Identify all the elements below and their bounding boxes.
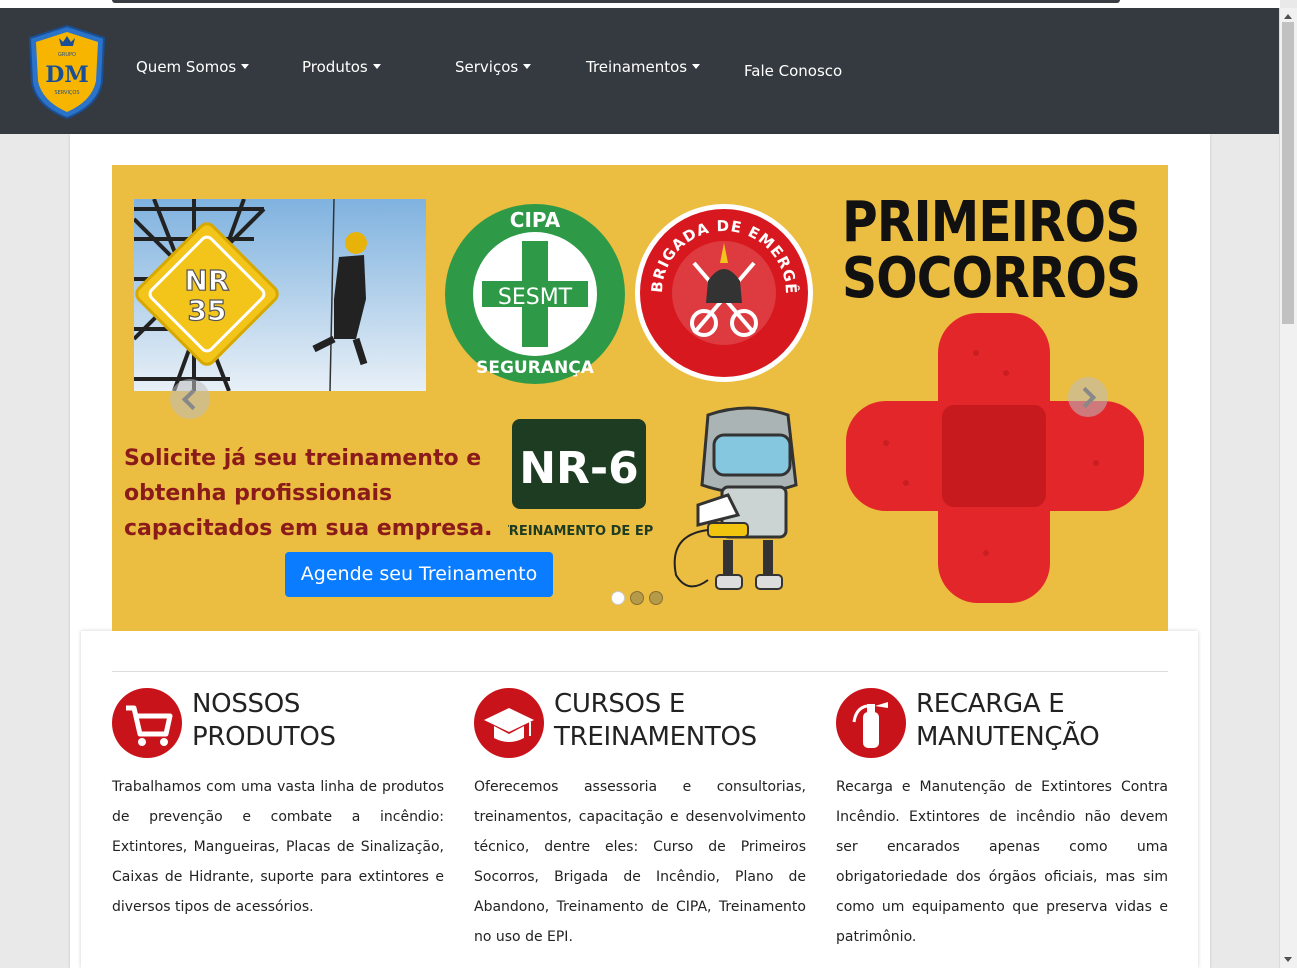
feature-text: Trabalhamos com uma vasta linha de produ…: [112, 779, 444, 915]
scroll-up-arrow-icon[interactable]: [1284, 14, 1292, 19]
nr6-subtitle: TREINAMENTO DE EPI: [508, 524, 654, 539]
feature-title: CURSOS E TREINAMENTOS: [554, 689, 757, 752]
caret-down-icon: [372, 64, 381, 69]
carousel-dot[interactable]: [649, 591, 663, 605]
nr6-badge: NR-6 TREINAMENTO DE EPI: [508, 419, 654, 539]
brigada-emblem: BRIGADA DE EMERGÊNCIA: [634, 203, 813, 382]
fire-extinguisher-icon: [836, 688, 906, 758]
carousel-prev-arrow-icon[interactable]: [170, 379, 210, 419]
nav-label: Produtos: [302, 58, 368, 76]
page-scrollbar[interactable]: [1279, 8, 1297, 968]
logo-top-text: GRUPO: [58, 52, 76, 58]
primeiros-socorros-title: PRIMEIROS SOCORROS: [842, 190, 1141, 311]
caret-down-icon: [692, 64, 701, 69]
nr6-title: NR-6: [519, 443, 639, 494]
feature-text: Recarga e Manutenção de Extintores Contr…: [836, 779, 1168, 945]
nr35-photo: NR 35: [134, 199, 426, 391]
carousel-dot[interactable]: [630, 591, 644, 605]
robot-illustration: [673, 406, 798, 590]
nav-label: Treinamentos: [586, 58, 688, 76]
top-edge-bar: [112, 0, 1120, 3]
carousel-next-arrow-icon[interactable]: [1068, 377, 1108, 417]
section-divider: [112, 671, 1168, 672]
nav-label: Fale Conosco: [744, 62, 843, 80]
nav-treinamentos[interactable]: Treinamentos: [586, 58, 701, 76]
caret-down-icon: [523, 64, 532, 69]
logo-bottom-text: SERVIÇOS: [54, 90, 79, 96]
cta-text: Solicite já seu treinamento e obtenha pr…: [124, 446, 493, 541]
carousel-dot[interactable]: [611, 591, 625, 605]
nav-servicos[interactable]: Serviços: [455, 58, 532, 76]
graduation-cap-icon: [474, 688, 544, 758]
browser-top-strip: [0, 0, 1280, 8]
caret-down-icon: [241, 64, 250, 69]
nav-produtos[interactable]: Produtos: [302, 58, 381, 76]
navbar: GRUPO DM SERVIÇOS Quem Somos Produtos Se…: [0, 8, 1280, 134]
scroll-thumb[interactable]: [1282, 22, 1294, 324]
logo-main-text: DM: [45, 62, 88, 88]
nav-fale-conosco[interactable]: Fale Conosco: [744, 62, 842, 80]
sesmt-text: SESMT: [498, 285, 573, 310]
carousel-indicators: [611, 590, 668, 609]
scroll-down-arrow-icon[interactable]: [1284, 957, 1292, 962]
nr35-line1: NR: [185, 264, 230, 297]
feature-title: NOSSOS PRODUTOS: [192, 689, 336, 752]
schedule-training-button[interactable]: Agende seu Treinamento: [285, 552, 553, 597]
cart-icon: [112, 688, 182, 758]
nav-label: Serviços: [455, 58, 519, 76]
hero-carousel: NR 35 SESMT CIPA SEGURANÇA BRIGADA DE EM…: [112, 165, 1168, 631]
nav-label: Quem Somos: [136, 58, 237, 76]
feature-text: Oferecemos assessoria e consultorias, tr…: [474, 779, 806, 945]
seguranca-text: SEGURANÇA: [476, 358, 595, 378]
feature-title: RECARGA E MANUTENÇÃO: [916, 689, 1100, 752]
nav-quem-somos[interactable]: Quem Somos: [136, 58, 250, 76]
cipa-text: CIPA: [510, 208, 561, 232]
primeiros-line1: PRIMEIROS: [842, 190, 1140, 255]
cipa-sesmt-emblem: SESMT CIPA SEGURANÇA: [445, 204, 625, 384]
nr35-line2: 35: [188, 294, 227, 327]
logo-badge[interactable]: GRUPO DM SERVIÇOS: [26, 24, 108, 120]
bandage-cross-image: [846, 313, 1144, 603]
socorros-line2: SOCORROS: [842, 246, 1141, 311]
